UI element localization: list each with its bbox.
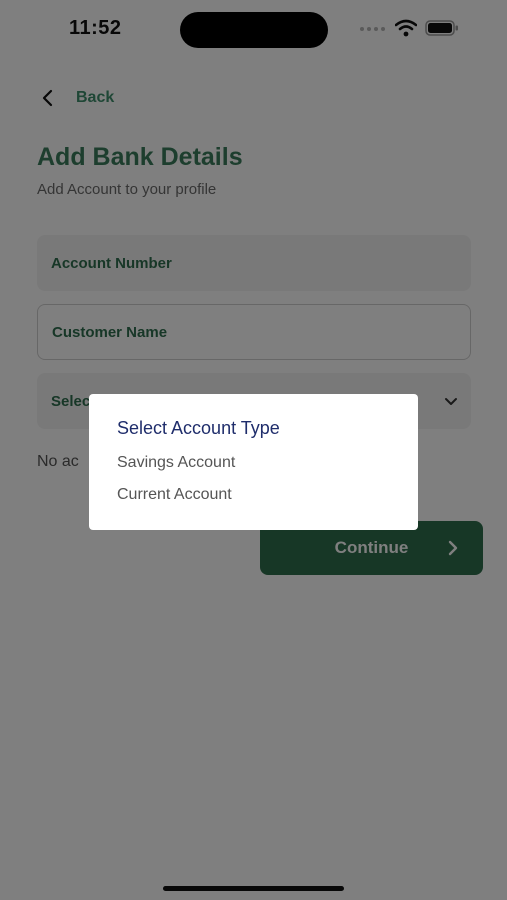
account-type-dialog: Select Account Type Savings Account Curr… xyxy=(89,394,418,530)
dialog-title: Select Account Type xyxy=(117,418,280,438)
option-savings-account[interactable]: Savings Account xyxy=(117,454,390,472)
option-current-account[interactable]: Current Account xyxy=(117,486,390,504)
